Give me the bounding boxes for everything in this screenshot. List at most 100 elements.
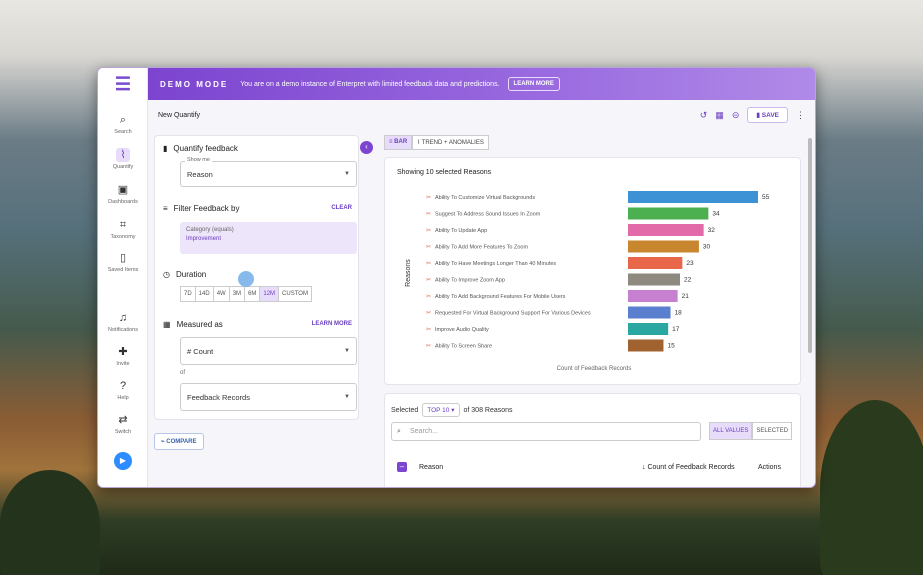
sidebar-item-notifications[interactable]: ♫ Notifications	[98, 311, 148, 333]
sidebar-item-search[interactable]: ⌕ Search	[98, 113, 148, 135]
sidebar-item-switch[interactable]: ⇄ Switch	[98, 413, 148, 435]
add-to-dashboard-icon[interactable]: ▦	[715, 110, 724, 121]
bar-chart-icon: ▮	[163, 144, 168, 153]
sidebar-item-dashboards[interactable]: ▣ Dashboards	[98, 183, 148, 205]
undo-icon[interactable]: ↺	[700, 110, 708, 121]
clear-filter-link[interactable]: CLEAR	[331, 205, 352, 211]
compare-label: COMPARE	[166, 439, 197, 445]
measured-learn-more-link[interactable]: LEARN MORE	[312, 321, 352, 327]
column-count-label: Count of Feedback Records	[647, 464, 735, 471]
reason-tag-icon: ✂	[426, 326, 431, 333]
link-icon[interactable]: ⊝	[732, 110, 740, 121]
filter-category: Category	[186, 227, 211, 233]
bar	[628, 224, 704, 236]
duration-option-4w[interactable]: 4W	[212, 286, 230, 302]
reason-tag-icon: ✂	[426, 293, 431, 300]
category-label: Ability To Have Meetings Longer Than 40 …	[435, 261, 556, 267]
reason-tag-icon: ✂	[426, 194, 431, 201]
duration-option-7d[interactable]: 7D	[180, 286, 196, 302]
sidebar-item-saved-items[interactable]: ▯ Saved Items	[98, 251, 148, 273]
category-label: Ability To Screen Share	[435, 344, 492, 350]
measure-select[interactable]: # Count ▼	[180, 337, 357, 365]
query-builder-panel: ▮ Quantify feedback Show me Reason ▼ ≡ Fil…	[154, 135, 359, 420]
help-icon: ?	[119, 380, 127, 392]
filter-operator: (equals)	[212, 227, 234, 233]
more-menu-icon[interactable]: ⋮	[796, 110, 805, 121]
category-label: Requested For Virtual Background Support…	[435, 311, 591, 317]
measured-title: Measured as	[176, 320, 223, 329]
compare-button[interactable]: ⌁ COMPARE	[154, 433, 204, 450]
duration-option-3m[interactable]: 3M	[228, 286, 246, 302]
sidebar-item-invite[interactable]: ✚ Invite	[98, 345, 148, 367]
records-value: Feedback Records	[187, 392, 250, 402]
search-input[interactable]: ⌕ Search...	[391, 422, 701, 441]
data-label: 34	[712, 211, 720, 218]
save-label: SAVE	[761, 112, 779, 119]
sidebar-item-label: Saved Items	[107, 267, 139, 273]
records-select[interactable]: Feedback Records ▼	[180, 383, 357, 411]
bar	[628, 323, 669, 335]
search-icon: ⌕	[119, 114, 127, 126]
table-icon: ▦	[163, 320, 171, 329]
show-me-select[interactable]: Show me Reason ▼	[180, 157, 357, 187]
bar	[628, 257, 683, 269]
page-header: New Quantify ↺ ▦ ⊝ ▮ SAVE ⋮	[148, 100, 815, 132]
sidebar-item-label: Notifications	[108, 327, 138, 333]
duration-option-custom[interactable]: CUSTOM	[278, 286, 312, 302]
all-values-toggle[interactable]: ALL VALUES	[709, 422, 753, 440]
of-label: of	[180, 370, 186, 376]
chevron-down-icon: ▼	[344, 348, 350, 354]
zoom-app-icon[interactable]: ▶	[114, 452, 132, 470]
search-placeholder: Search...	[410, 428, 439, 435]
sidebar-item-label: Switch	[114, 429, 132, 435]
column-count[interactable]: ↓ Count of Feedback Records	[642, 464, 735, 471]
invite-icon: ✚	[118, 346, 128, 358]
bar	[628, 339, 664, 352]
filter-chip[interactable]: Category (equals) Improvement	[180, 222, 357, 254]
column-actions: Actions	[758, 464, 781, 471]
sidebar-item-taxonomy[interactable]: ⌗ Taxonomy	[98, 218, 148, 240]
nav-rail: ☰ ⌕ Search ⌇ Quantify ▣ Dashboards ⌗ Taxonomy ▯ S…	[98, 68, 148, 487]
duration-section-title: ◷ Duration	[163, 270, 206, 279]
category-label: Improve Audio Quality	[435, 327, 489, 333]
collapse-panel-button[interactable]: ‹	[360, 141, 373, 154]
quantify-icon: ⌇	[116, 148, 130, 162]
data-label: 17	[672, 326, 680, 333]
tab-bar[interactable]: ≡ BAR	[384, 135, 413, 150]
quantify-title: Quantify feedback	[173, 144, 238, 153]
column-reason[interactable]: Reason	[419, 464, 443, 471]
category-label: Ability To Add Background Features For M…	[435, 294, 566, 300]
banner-learn-more-button[interactable]: LEARN MORE	[507, 77, 560, 91]
bell-icon: ♫	[118, 312, 128, 324]
bar	[628, 240, 699, 253]
bar	[628, 207, 709, 220]
background-trees	[0, 470, 100, 575]
selected-toggle[interactable]: SELECTED	[752, 422, 793, 440]
demo-banner: DEMO MODE You are on a demo instance of …	[148, 68, 815, 100]
data-label: 21	[682, 293, 690, 300]
duration-option-6m[interactable]: 6M	[244, 286, 261, 302]
duration-option-14d[interactable]: 14D	[194, 286, 214, 302]
scrollbar[interactable]	[808, 138, 812, 353]
top-n-select[interactable]: TOP 10 ▾	[422, 403, 460, 417]
reason-tag-icon: ✂	[426, 211, 431, 218]
values-toggle: ALL VALUES SELECTED	[709, 422, 793, 440]
duration-option-12m[interactable]: 12M	[259, 286, 280, 302]
chart-card: Showing 10 selected Reasons Reasons ✂ Abil…	[384, 157, 801, 385]
data-label: 32	[708, 227, 716, 234]
bar	[628, 273, 680, 286]
data-label: 15	[667, 343, 675, 350]
sidebar-item-help[interactable]: ? Help	[98, 379, 148, 401]
tab-trend[interactable]: ⌇ TREND + ANOMALIES	[412, 135, 489, 150]
category-label: Suggest To Address Sound Issues In Zoom	[435, 212, 541, 218]
filter-title: Filter Feedback by	[173, 204, 240, 213]
sidebar-item-quantify[interactable]: ⌇ Quantify	[98, 148, 148, 170]
sidebar-item-label: Help	[117, 395, 129, 401]
reason-tag-icon: ✂	[426, 310, 431, 317]
data-label: 18	[675, 310, 683, 317]
enterpret-logo[interactable]: ☰	[98, 68, 148, 100]
clock-icon: ◷	[163, 270, 170, 279]
select-all-checkbox[interactable]: –	[397, 462, 407, 472]
save-button[interactable]: ▮ SAVE	[747, 107, 788, 123]
bar	[628, 306, 671, 319]
